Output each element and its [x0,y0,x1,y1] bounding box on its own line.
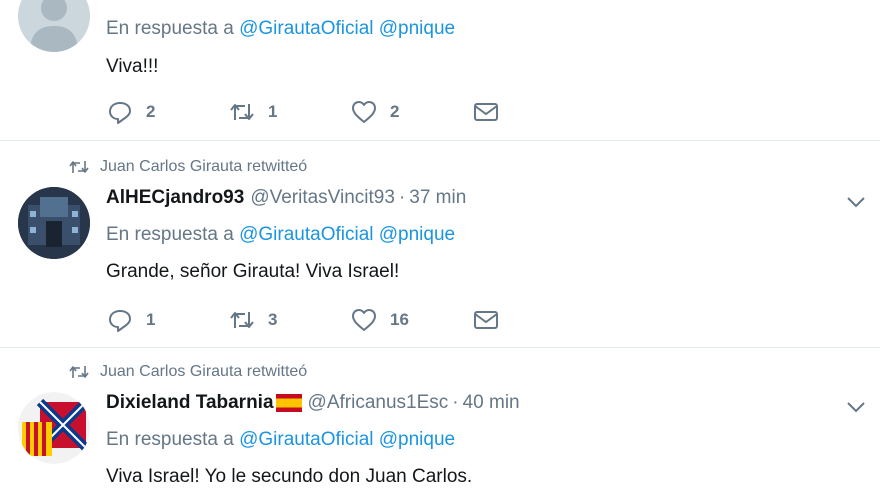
reply-icon [109,310,131,332]
chevron-down-icon[interactable] [846,195,866,209]
retweet-icon [230,312,254,328]
avatar[interactable] [18,187,90,259]
mention-link[interactable]: @GirautaOficial [239,429,373,450]
avatar-default[interactable] [18,0,90,52]
reply-context: En respuesta a @GirautaOficial @pnique [106,429,456,450]
reply-icon [109,102,131,124]
retweet-context: Juan Carlos Girauta retwitteó [68,363,307,381]
spain-flag-icon [275,394,302,412]
dm-button[interactable] [472,306,500,334]
dm-button[interactable] [472,98,500,126]
tweet-text: Viva Israel! Yo le secundo don Juan Carl… [106,466,473,487]
tweet[interactable]: En respuesta a @GirautaOficial @pnique V… [0,0,880,141]
tweet-text: Grande, señor Girauta! Viva Israel! [106,261,400,282]
retweet-button[interactable]: 3 [228,306,350,334]
separator-dot: · [398,187,406,208]
user-handle[interactable]: @Africanus1Esc [308,392,449,414]
tweet[interactable]: Juan Carlos Girauta retwitteó Dixieland … [0,348,880,495]
mention-link[interactable]: @GirautaOficial [239,18,373,39]
retweet-context: Juan Carlos Girauta retwitteó [68,158,307,176]
like-button[interactable]: 2 [350,98,472,126]
heart-icon [352,101,376,123]
timestamp[interactable]: 40 min [463,392,520,414]
tweet[interactable]: Juan Carlos Girauta retwitteó AlHECjandr… [0,141,880,348]
envelope-icon [474,311,498,329]
mention-link[interactable]: @GirautaOficial [239,224,373,245]
retweet-button[interactable]: 1 [228,98,350,126]
tweet-header: Dixieland Tabarnia @Africanus1Esc · 40 m… [106,392,520,414]
tweet-header: AlHECjandro93 @VeritasVincit93 · 37 min [106,187,466,209]
retweet-icon [69,161,89,173]
user-handle[interactable]: @VeritasVincit93 [250,187,395,209]
envelope-icon [474,103,498,121]
display-name[interactable]: Dixieland Tabarnia [106,392,274,414]
reply-context: En respuesta a @GirautaOficial @pnique [106,224,456,245]
reply-button[interactable]: 1 [106,306,228,334]
tweet-text: Viva!!! [106,56,159,77]
retweet-icon [230,104,254,120]
mention-link[interactable]: @pnique [379,224,455,245]
heart-icon [352,309,376,331]
mention-link[interactable]: @pnique [379,18,455,39]
avatar[interactable] [18,392,90,464]
retweet-icon [69,366,89,378]
chevron-down-icon[interactable] [846,400,866,414]
separator-dot: · [452,392,459,413]
mention-link[interactable]: @pnique [379,429,455,450]
reply-button[interactable]: 2 [106,98,228,126]
tweet-actions: 2 1 2 [106,98,500,126]
reply-context: En respuesta a @GirautaOficial @pnique [106,18,456,39]
display-name[interactable]: AlHECjandro93 [106,187,244,209]
timestamp[interactable]: 37 min [409,187,466,209]
like-button[interactable]: 16 [350,306,472,334]
tweet-actions: 1 3 16 [106,306,500,334]
